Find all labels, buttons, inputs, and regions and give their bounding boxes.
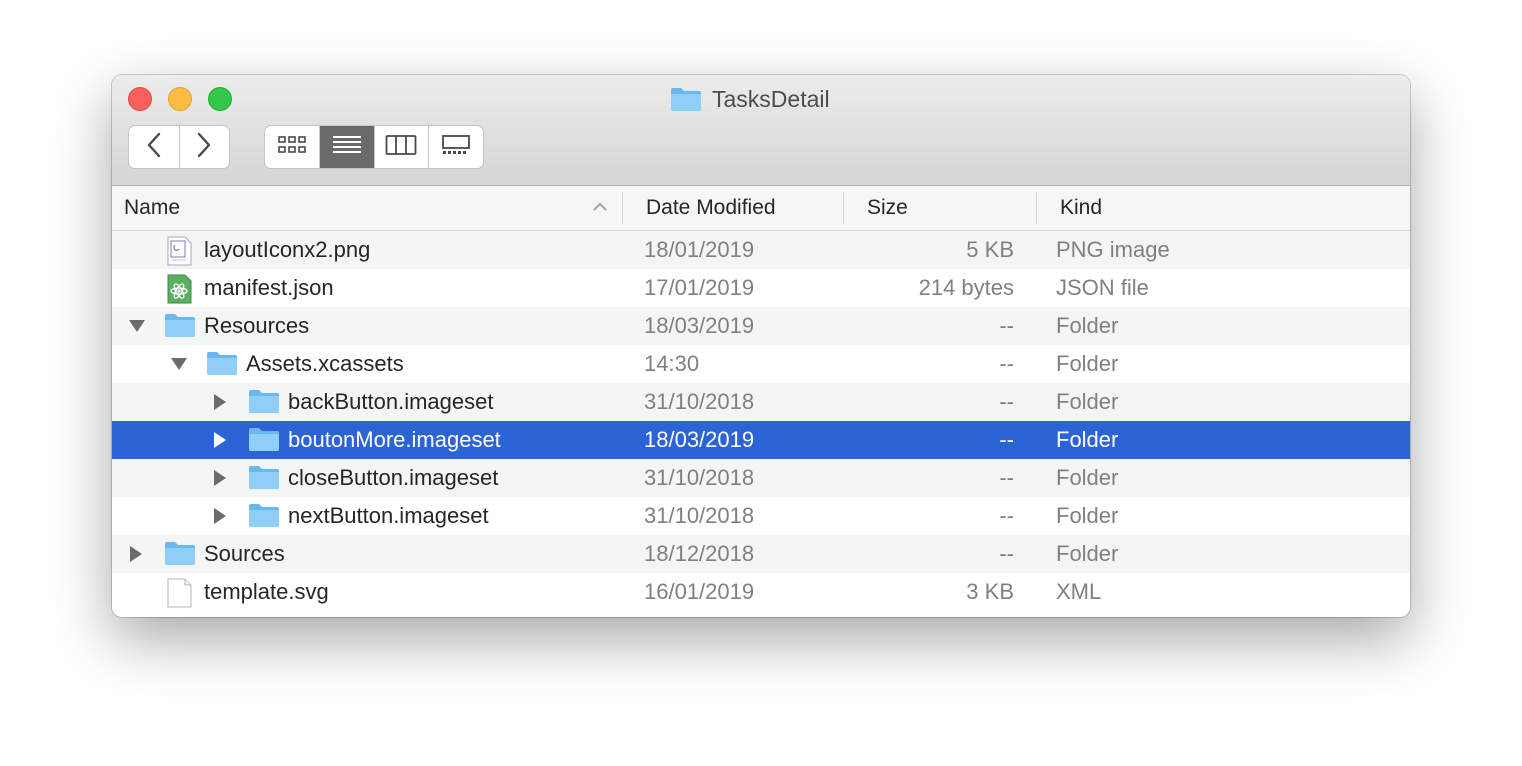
column-divider[interactable] [843,192,844,224]
file-kind: Folder [1056,465,1119,490]
window-title: TasksDetail [670,85,830,113]
disclosure-collapsed-icon[interactable] [212,421,228,459]
folder-icon [164,540,196,568]
file-date-modified: 17/01/2019 [644,275,755,300]
gallery-icon [440,134,472,161]
file-date-modified: 18/01/2019 [644,237,755,262]
forward-button[interactable] [178,126,230,168]
titlebar: TasksDetail [112,75,1410,186]
file-kind: Folder [1056,351,1119,376]
disclosure-collapsed-icon[interactable] [212,383,228,421]
minimize-window-button[interactable] [168,87,192,111]
columns-icon [385,134,417,161]
file-kind: Folder [1056,313,1119,338]
generic-file-icon [164,578,194,608]
file-size: -- [999,541,1014,566]
disclosure-expanded-icon[interactable] [128,307,146,345]
file-date-modified: 18/03/2019 [644,427,755,452]
disclosure-collapsed-icon[interactable] [128,535,144,573]
png-file-icon [164,236,194,266]
file-row[interactable]: nextButton.imageset 31/10/2018 -- Folder [112,497,1410,535]
list-icon [332,134,362,161]
column-header: Name Date Modified Size Kind [112,186,1410,231]
file-kind: JSON file [1056,275,1149,300]
file-name: closeButton.imageset [288,465,499,490]
file-date-modified: 18/03/2019 [644,313,755,338]
file-name: Assets.xcassets [246,351,404,376]
file-kind: XML [1056,579,1102,604]
kind-column-header[interactable]: Kind [1060,186,1102,230]
file-size: 214 bytes [918,275,1014,300]
file-size: -- [999,313,1014,338]
close-window-button[interactable] [128,87,152,111]
file-name: boutonMore.imageset [288,427,501,452]
maximize-window-button[interactable] [208,87,232,111]
file-size: -- [999,351,1014,376]
file-date-modified: 14:30 [644,351,700,376]
list-view-button[interactable] [318,126,374,168]
file-size: -- [999,465,1014,490]
file-date-modified: 16/01/2019 [644,579,755,604]
file-date-modified: 31/10/2018 [644,389,755,414]
file-row[interactable]: Resources 18/03/2019 -- Folder [112,307,1410,345]
folder-icon [248,426,280,454]
file-row[interactable]: closeButton.imageset 31/10/2018 -- Folder [112,459,1410,497]
gallery-view-button[interactable] [428,126,483,168]
name-column-header[interactable]: Name [124,186,180,230]
file-row[interactable]: manifest.json 17/01/2019 214 bytes JSON fil… [112,269,1410,307]
file-name: manifest.json [204,275,334,300]
file-name: nextButton.imageset [288,503,489,528]
file-name: backButton.imageset [288,389,494,414]
file-name: template.svg [204,579,329,604]
file-name: layoutIconx2.png [204,237,371,262]
disclosure-collapsed-icon[interactable] [212,459,228,497]
navigation-buttons [128,125,230,169]
selected-file-row[interactable]: boutonMore.imageset 18/03/2019 -- Folder [112,421,1410,459]
file-kind: PNG image [1056,237,1170,262]
json-file-icon [164,274,194,304]
disclosure-expanded-icon[interactable] [170,345,188,383]
file-row[interactable]: layoutIconx2.png 18/01/2019 5 KB PNG image [112,231,1410,269]
file-date-modified: 31/10/2018 [644,465,755,490]
file-date-modified: 18/12/2018 [644,541,755,566]
icon-view-button[interactable] [265,126,319,168]
file-size: 5 KB [966,237,1014,262]
column-divider[interactable] [622,192,623,224]
folder-icon [164,312,196,340]
file-size: -- [999,427,1014,452]
chevron-right-icon [197,132,211,163]
column-view-button[interactable] [373,126,429,168]
date-modified-column-header[interactable]: Date Modified [646,186,776,230]
size-column-header[interactable]: Size [867,186,908,230]
file-row[interactable]: Assets.xcassets 14:30 -- Folder [112,345,1410,383]
column-divider[interactable] [1036,192,1037,224]
file-kind: Folder [1056,389,1119,414]
folder-icon [248,388,280,416]
file-name: Resources [204,313,310,338]
back-button[interactable] [129,126,179,168]
file-kind: Folder [1056,541,1119,566]
file-row[interactable]: Sources 18/12/2018 -- Folder [112,535,1410,573]
folder-icon [248,464,280,492]
chevron-left-icon [147,132,161,163]
window-title-text: TasksDetail [712,85,830,112]
file-row[interactable]: backButton.imageset 31/10/2018 -- Folder [112,383,1410,421]
file-size: -- [999,389,1014,414]
file-row[interactable]: template.svg 16/01/2019 3 KB XML [112,573,1410,611]
view-mode-selector [264,125,484,169]
icon-grid-icon [277,134,307,161]
folder-icon [206,350,238,378]
file-kind: Folder [1056,427,1119,452]
file-name: Sources [204,541,285,566]
file-date-modified: 31/10/2018 [644,503,755,528]
file-size: 3 KB [966,579,1014,604]
sort-ascending-icon [592,200,608,219]
file-list: layoutIconx2.png 18/01/2019 5 KB PNG image m… [112,231,1410,611]
file-size: -- [999,503,1014,528]
disclosure-collapsed-icon[interactable] [212,497,228,535]
finder-window: TasksDetail Name Date Modified Size Kind… [112,75,1410,617]
file-kind: Folder [1056,503,1119,528]
folder-icon [670,86,702,112]
folder-icon [248,502,280,530]
